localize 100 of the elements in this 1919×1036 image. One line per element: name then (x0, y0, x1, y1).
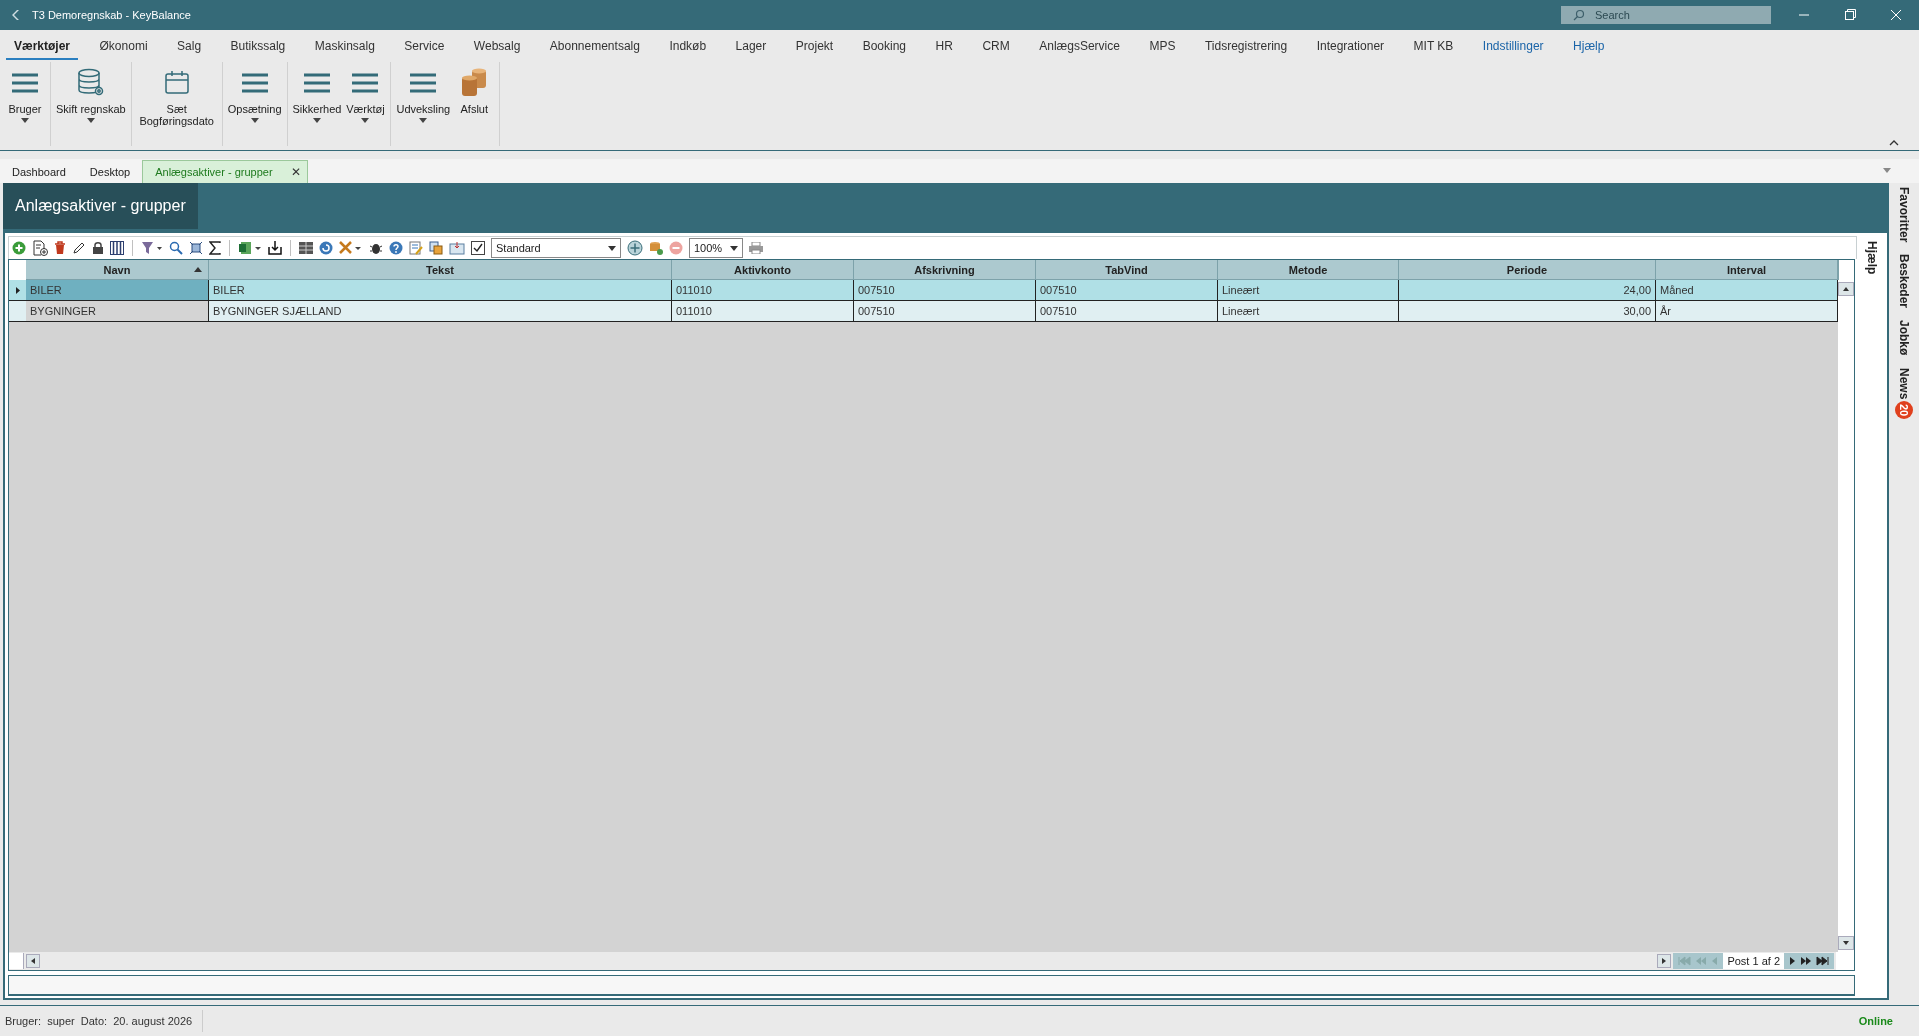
ribbon-button[interactable]: Skift regnskab (54, 62, 128, 146)
columns-icon[interactable] (110, 241, 124, 255)
side-tab[interactable]: Beskeder (1897, 254, 1911, 309)
checkbox[interactable] (471, 241, 485, 255)
menu-tab[interactable]: Tidsregistrering (1196, 32, 1296, 60)
side-tab[interactable]: News 20 (1895, 367, 1913, 420)
column-header[interactable]: TabVind (1036, 260, 1218, 280)
table-cell: 007510 (854, 301, 1036, 321)
coins-icon (460, 68, 489, 98)
document-tab[interactable]: Dashboard (0, 161, 78, 183)
column-header[interactable]: Aktivkonto (672, 260, 854, 280)
row-pointer-icon (15, 286, 20, 294)
caret-icon (250, 118, 259, 123)
add-icon[interactable] (627, 240, 643, 256)
menu-tab[interactable]: Indkøb (661, 32, 715, 60)
ribbon-button[interactable]: Opsætning (225, 62, 284, 146)
menu-tab[interactable]: MIT KB (1405, 32, 1462, 60)
connection-status: Online (1858, 1015, 1893, 1027)
table-cell: 30,00 (1399, 301, 1656, 321)
scroll-left-icon[interactable] (26, 954, 40, 968)
table-cell: BYGNINGER SJÆLLAND (209, 301, 672, 321)
print-icon[interactable] (749, 242, 763, 254)
tools-icon[interactable] (339, 241, 363, 255)
caret-icon (312, 118, 321, 123)
side-tab[interactable]: Jobkø (1897, 320, 1911, 356)
close-tab-button[interactable]: ✕ (290, 165, 301, 179)
zoom-dropdown[interactable]: 100% (689, 238, 743, 258)
fit-icon[interactable] (189, 241, 203, 255)
vertical-scrollbar[interactable] (1838, 280, 1854, 952)
search-icon (1573, 9, 1585, 21)
status-text: Bruger: super Dato: 20. august 2026 (4, 1015, 193, 1027)
next-icon[interactable] (1788, 956, 1796, 966)
menu-tab[interactable]: Lager (727, 32, 775, 60)
caret-icon[interactable] (1883, 168, 1891, 173)
window-title: T3 Demoregnskab - KeyBalance (32, 9, 191, 21)
ribbon-button[interactable]: Bruger (3, 62, 47, 146)
menu-tab[interactable]: Salg (169, 32, 210, 60)
menu-tab[interactable]: Integrationer (1308, 32, 1393, 60)
menu-tab[interactable]: Projekt (787, 32, 842, 60)
layout-dropdown[interactable]: Standard (491, 238, 621, 258)
scroll-right-icon[interactable] (1657, 954, 1672, 968)
menu-link[interactable]: Indstillinger (1474, 32, 1552, 60)
copy-icon[interactable] (429, 241, 443, 255)
new-document-icon[interactable] (32, 240, 48, 256)
help-panel-tab[interactable]: Hjælp (1865, 241, 1879, 998)
next-page-icon[interactable] (1800, 956, 1812, 966)
ribbon-button[interactable]: Sæt Bogføringsdato (134, 62, 219, 146)
help-icon[interactable] (389, 241, 403, 255)
menu-tab[interactable]: Service (396, 32, 453, 60)
menu-tab[interactable]: Abonnementsalg (541, 32, 648, 60)
menu-tab[interactable]: AnlægsService (1031, 32, 1128, 60)
table-cell: 011010 (672, 280, 854, 300)
database-refresh-icon[interactable] (649, 241, 663, 255)
bug-icon[interactable] (369, 241, 383, 255)
menu-tab[interactable]: CRM (974, 32, 1018, 60)
column-header[interactable]: Interval (1656, 260, 1838, 280)
sum-icon[interactable] (209, 241, 221, 255)
filter-icon[interactable] (141, 241, 163, 255)
pencil-icon[interactable] (72, 241, 86, 255)
scroll-down-icon[interactable] (1838, 936, 1854, 950)
menu-tab[interactable]: MPS (1141, 32, 1184, 60)
table-icon[interactable] (299, 242, 313, 254)
column-header[interactable]: Periode (1399, 260, 1656, 280)
menu-tab[interactable]: HR (927, 32, 961, 60)
download-icon[interactable] (268, 241, 282, 255)
lock-icon[interactable] (92, 241, 104, 255)
refresh-icon[interactable] (319, 241, 333, 255)
ribbon-button[interactable]: Værktøj (343, 62, 388, 146)
column-header[interactable]: Metode (1218, 260, 1399, 280)
search-icon[interactable] (169, 241, 183, 255)
delete-icon[interactable] (54, 241, 66, 255)
add-icon[interactable] (12, 241, 26, 255)
table-row[interactable]: BILER BILER 011010 007510 007510 Lineært 24,00 Måned (9, 280, 1838, 301)
document-tab[interactable]: Desktop (77, 161, 143, 183)
spreadsheet-export-icon[interactable] (238, 241, 262, 255)
ribbon-button[interactable]: Udveksling (394, 62, 453, 146)
menu-link[interactable]: Hjælp (1565, 32, 1613, 60)
search-field[interactable]: Search (1561, 6, 1771, 24)
table-cell: BILER (209, 280, 672, 300)
ribbon-button[interactable]: Sikkerhed (290, 62, 344, 146)
collapse-icon[interactable] (1889, 140, 1899, 146)
table-row[interactable]: BYGNINGER BYGNINGER SJÆLLAND 011010 007510 007510 Lineært 30,00 År (9, 301, 1838, 322)
menu-tab[interactable]: Booking (854, 32, 915, 60)
menu-tab[interactable]: Økonomi (91, 32, 156, 60)
caret-icon (608, 245, 616, 251)
ribbon-button[interactable]: Afslut (452, 62, 497, 146)
menu-tab[interactable]: Værktøjer (6, 32, 79, 60)
menu-tab[interactable]: Maskinsalg (306, 32, 383, 60)
document-tab[interactable]: Anlægsaktiver - grupper ✕ (142, 160, 308, 183)
column-header[interactable]: Tekst (209, 260, 672, 280)
menu-tab[interactable]: Butikssalg (222, 32, 294, 60)
side-tab[interactable]: Favoritter (1897, 187, 1911, 243)
column-header[interactable]: Afskrivning (854, 260, 1036, 280)
scroll-corner (1836, 952, 1854, 970)
filter-field[interactable] (8, 975, 1855, 996)
form-icon[interactable] (449, 241, 465, 255)
menu-tab[interactable]: Websalg (465, 32, 529, 60)
column-header[interactable]: Navn (26, 260, 209, 280)
scroll-up-icon[interactable] (1838, 282, 1854, 296)
last-page-icon[interactable] (1816, 956, 1830, 966)
